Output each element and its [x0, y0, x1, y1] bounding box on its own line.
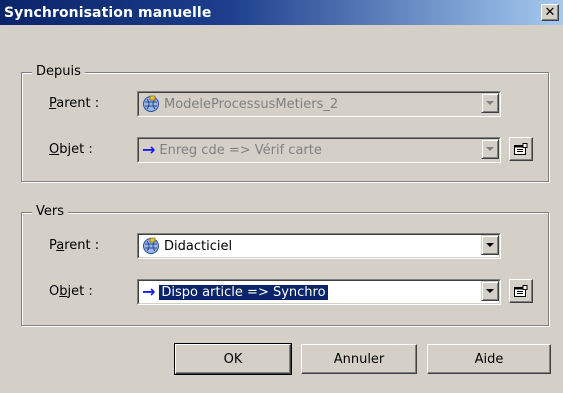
from-parent-dropdown-button [481, 93, 499, 113]
cancel-button[interactable]: Annuler [301, 344, 417, 374]
chevron-down-icon [486, 147, 494, 151]
to-group-legend: Vers [32, 204, 68, 219]
to-object-value: Dispo article => Synchro [159, 284, 328, 300]
to-object-dropdown[interactable]: → Dispo article => Synchro [137, 279, 501, 305]
from-object-label: Objet : [49, 142, 93, 157]
properties-icon [514, 284, 528, 297]
arrow-icon: → [142, 282, 156, 301]
to-parent-dropdown-button[interactable] [481, 235, 499, 255]
from-object-dropdown: → Enreg cde => Vérif carte [137, 137, 501, 163]
from-group: Depuis [21, 64, 549, 182]
chevron-down-icon [486, 101, 494, 105]
to-group: Vers [21, 204, 549, 326]
ok-button[interactable]: OK [174, 343, 292, 375]
from-object-properties-button[interactable] [509, 137, 533, 161]
properties-icon [514, 142, 528, 155]
from-parent-label: Parent : [49, 96, 100, 111]
to-parent-label: Parent : [49, 238, 100, 253]
from-group-legend: Depuis [32, 64, 85, 79]
to-parent-value: Didacticiel [164, 238, 233, 254]
model-icon [143, 95, 159, 112]
title-bar: Synchronisation manuelle ✕ [0, 0, 563, 25]
arrow-icon: → [142, 140, 156, 159]
model-icon [143, 237, 159, 254]
from-parent-dropdown: ModeleProcessusMetiers_2 [137, 91, 501, 117]
close-button[interactable]: ✕ [541, 4, 559, 21]
to-object-dropdown-button[interactable] [481, 281, 499, 301]
to-object-label: Objet : [49, 284, 93, 299]
to-parent-dropdown[interactable]: Didacticiel [137, 233, 501, 259]
chevron-down-icon [486, 243, 494, 247]
help-button[interactable]: Aide [427, 344, 551, 374]
from-object-dropdown-button [481, 139, 499, 159]
from-parent-value: ModeleProcessusMetiers_2 [164, 96, 339, 112]
window-title: Synchronisation manuelle [4, 4, 212, 21]
to-object-properties-button[interactable] [509, 279, 533, 303]
chevron-down-icon [486, 289, 494, 293]
close-icon: ✕ [544, 5, 556, 20]
from-object-value: Enreg cde => Vérif carte [159, 142, 322, 158]
